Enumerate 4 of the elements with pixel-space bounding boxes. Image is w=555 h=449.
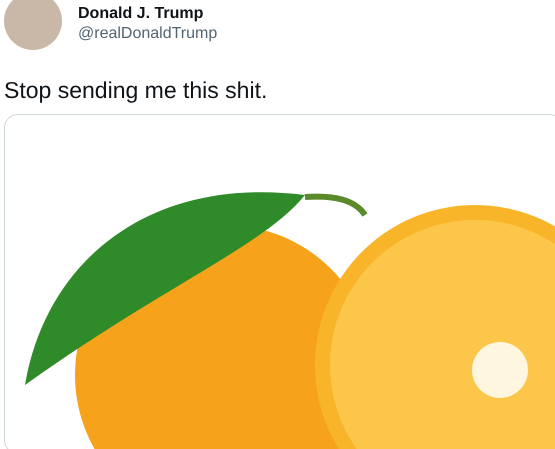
tweet-text: Stop sending me this shit. (4, 76, 268, 104)
author-name[interactable]: Donald J. Trump (78, 4, 218, 24)
author-handle[interactable]: @realDonaldTrump (78, 24, 218, 44)
tweet-image[interactable] (4, 114, 555, 449)
